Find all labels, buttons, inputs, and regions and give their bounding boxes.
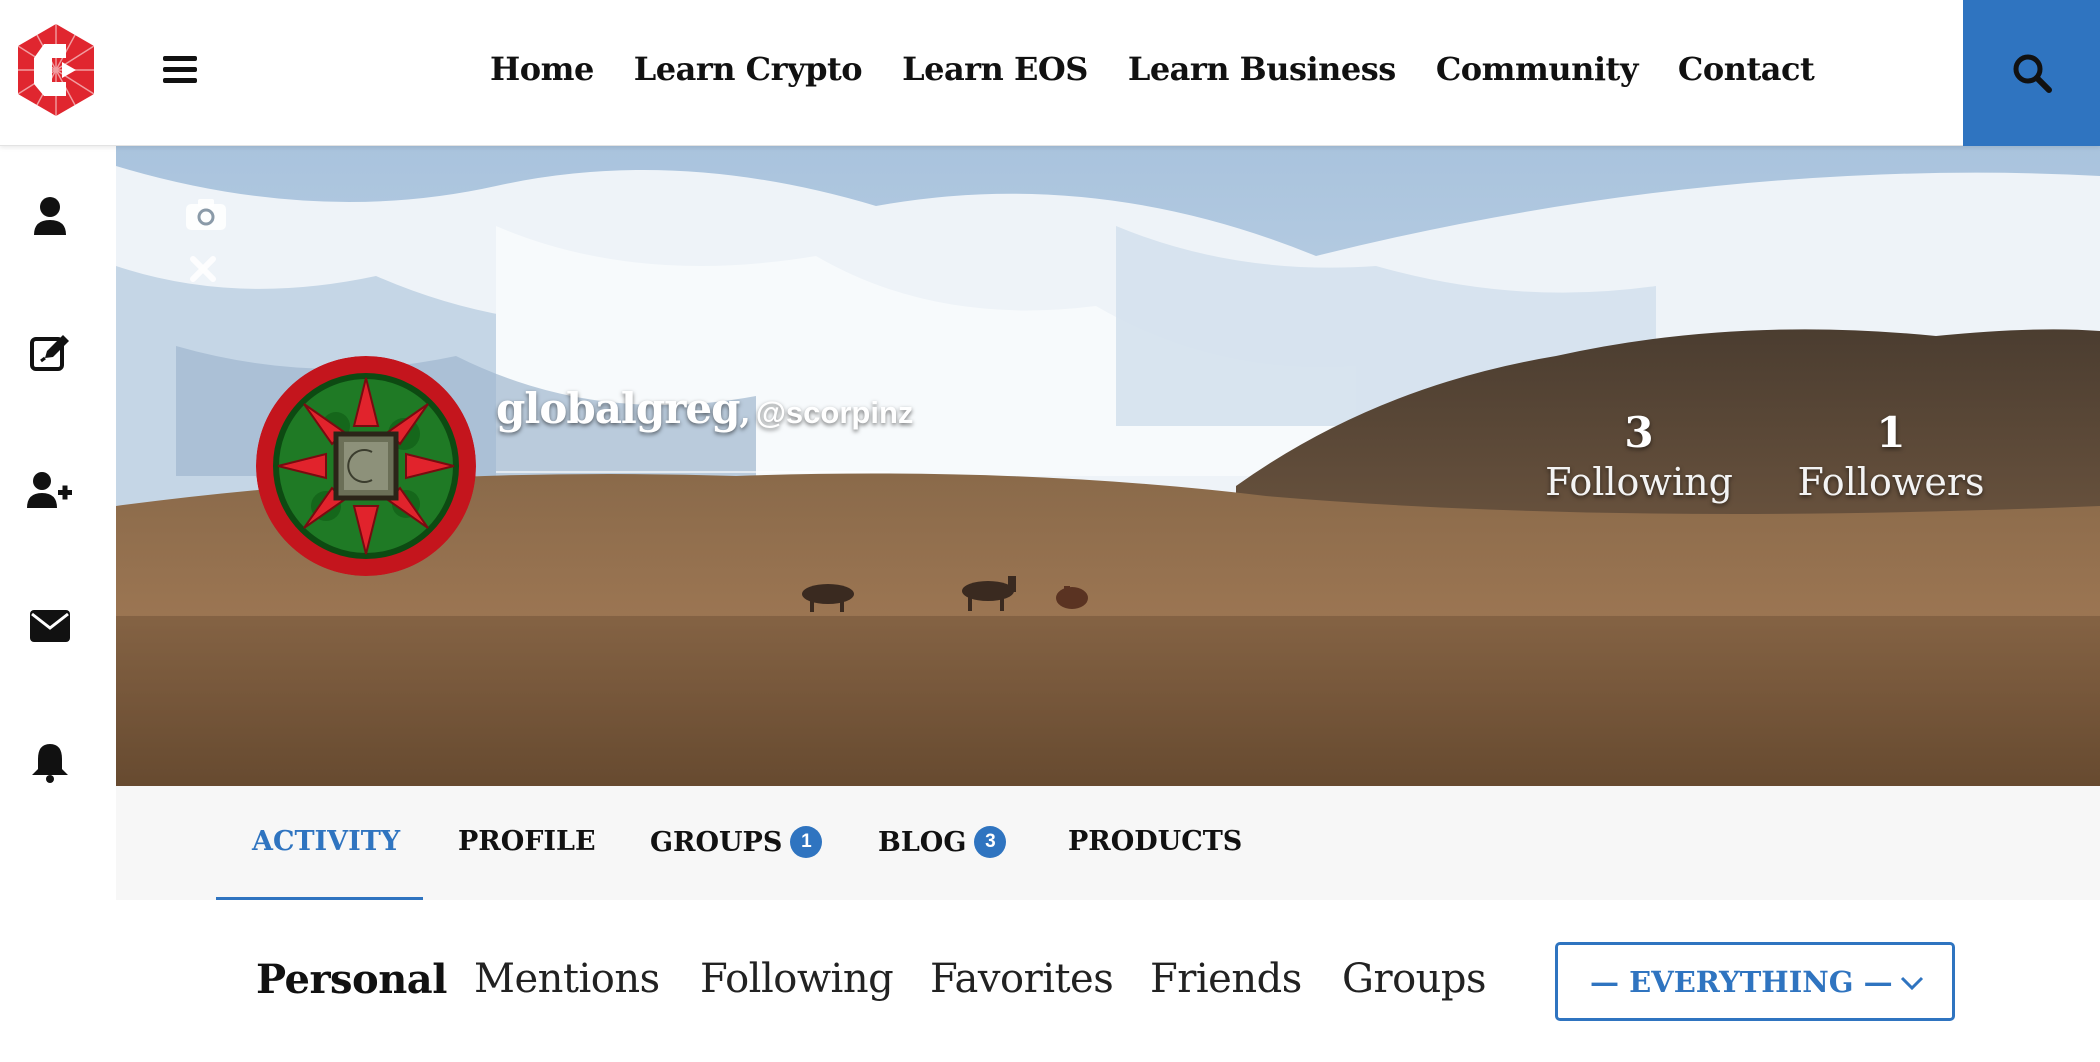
following-label: Following	[1545, 460, 1733, 504]
name-separator: ,	[739, 393, 751, 431]
tab-blog[interactable]: BLOG 3	[878, 826, 1007, 858]
followers-label: Followers	[1797, 460, 1985, 504]
search-button[interactable]	[1963, 0, 2100, 146]
avatar[interactable]	[256, 356, 476, 576]
tab-label: ACTIVITY	[252, 826, 401, 857]
sidebar-item-messages[interactable]	[26, 602, 74, 650]
tab-activity[interactable]: ACTIVITY	[252, 826, 400, 857]
nav-contact-link[interactable]: Contact	[1678, 50, 1815, 88]
subnav-personal[interactable]: Personal	[256, 956, 447, 1003]
edit-icon	[30, 335, 69, 371]
remove-cover-button[interactable]	[188, 254, 218, 284]
tab-label: PROFILE	[458, 826, 596, 857]
profile-name: globalgreg, @scorpinz	[496, 384, 913, 433]
filter-selected-value: — EVERYTHING —	[1590, 965, 1893, 999]
subnav-favorites[interactable]: Favorites	[930, 956, 1114, 1002]
change-cover-button[interactable]	[184, 196, 228, 232]
nav-community-link[interactable]: Community	[1436, 50, 1639, 88]
site-logo[interactable]	[14, 22, 98, 118]
nav-home-link[interactable]: Home	[490, 50, 594, 88]
user-icon	[34, 197, 66, 235]
add-user-icon	[27, 472, 72, 508]
envelope-icon	[30, 610, 70, 642]
name-divider	[496, 471, 890, 473]
followers-count: 1	[1876, 408, 1906, 457]
nav-learn-eos-link[interactable]: Learn EOS	[902, 50, 1088, 88]
activity-filter-select[interactable]: — EVERYTHING —	[1555, 942, 1955, 1021]
close-icon	[190, 256, 216, 282]
subnav-groups[interactable]: Groups	[1342, 956, 1487, 1002]
following-count: 3	[1624, 408, 1654, 457]
subnav-friends[interactable]: Friends	[1150, 956, 1302, 1002]
tab-label: PRODUCTS	[1068, 826, 1243, 857]
profile-tabs: ACTIVITY PROFILE GROUPS 1 BLOG 3 PRODUCT…	[116, 786, 2100, 900]
tab-profile[interactable]: PROFILE	[458, 826, 596, 857]
chevron-down-icon	[1900, 976, 1924, 991]
activity-subnav: Personal Mentions Following Favorites Fr…	[0, 900, 2100, 1062]
following-stat[interactable]: 3 Following	[1534, 408, 1744, 506]
top-bar: Home Learn Crypto Learn EOS Learn Busine…	[0, 0, 2100, 146]
sidebar-item-notifications[interactable]	[26, 738, 74, 786]
tab-label: GROUPS	[650, 826, 783, 858]
nav-learn-crypto-link[interactable]: Learn Crypto	[634, 50, 863, 88]
tab-groups[interactable]: GROUPS 1	[650, 826, 823, 858]
bell-icon	[32, 744, 68, 783]
blog-count-badge: 3	[974, 826, 1007, 858]
profile-cover: globalgreg, @scorpinz 3 Following 1 Foll…	[116, 146, 2100, 786]
followers-stat[interactable]: 1 Followers	[1786, 408, 1996, 506]
nav-learn-business-link[interactable]: Learn Business	[1128, 50, 1397, 88]
groups-count-badge: 1	[790, 826, 823, 858]
sidebar-item-compose[interactable]	[26, 328, 74, 376]
sidebar-item-add-friend[interactable]	[26, 466, 74, 514]
main-nav: Home Learn Crypto Learn EOS Learn Busine…	[490, 50, 1815, 88]
display-name: globalgreg	[496, 384, 740, 433]
user-handle: @scorpinz	[755, 395, 914, 430]
tab-products[interactable]: PRODUCTS	[1068, 826, 1242, 857]
hamburger-menu-icon[interactable]	[163, 56, 197, 86]
tab-label: BLOG	[878, 826, 967, 858]
sidebar-item-profile[interactable]	[26, 192, 74, 240]
subnav-mentions[interactable]: Mentions	[474, 956, 660, 1002]
subnav-following[interactable]: Following	[700, 956, 894, 1002]
search-icon	[2013, 54, 2052, 93]
camera-icon	[186, 199, 226, 230]
